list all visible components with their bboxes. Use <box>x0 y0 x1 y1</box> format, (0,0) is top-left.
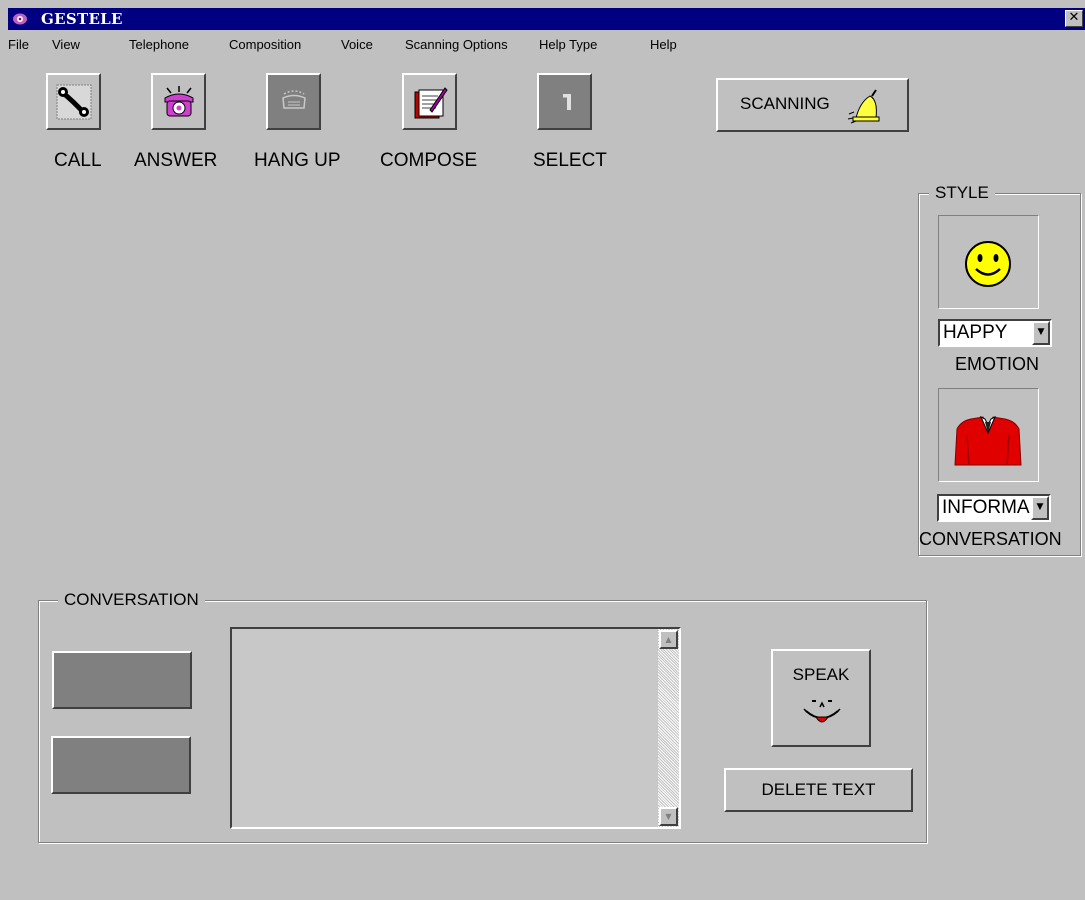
menu-help[interactable]: Help <box>650 37 677 52</box>
style-group: STYLE HAPPY ▼ EMOTION INFORMA ▼ CONVERSA… <box>918 183 1081 556</box>
menu-file[interactable]: File <box>8 37 29 52</box>
menu-composition[interactable]: Composition <box>229 37 301 52</box>
emotion-value: HAPPY <box>943 322 1008 343</box>
scroll-up-arrow-icon[interactable]: ▲ <box>659 630 678 649</box>
answer-label: ANSWER <box>134 150 218 171</box>
compose-icon <box>414 87 448 119</box>
hang-up-label: HANG UP <box>254 150 341 171</box>
call-button[interactable] <box>46 73 101 130</box>
conversation-style-select[interactable]: INFORMA ▼ <box>937 494 1051 522</box>
menu-bar: File View Telephone Composition Voice Sc… <box>8 32 1085 56</box>
smiley-icon <box>965 241 1011 287</box>
conversation-style-value: INFORMA <box>942 497 1030 518</box>
compose-label: COMPOSE <box>380 150 478 171</box>
speak-button[interactable]: SPEAK <box>771 649 871 747</box>
emotion-dropdown-arrow-icon[interactable]: ▼ <box>1032 321 1050 345</box>
select-button[interactable] <box>537 73 592 130</box>
compose-button[interactable] <box>402 73 457 130</box>
style-caption: STYLE <box>929 183 995 203</box>
window-title: GESTELE <box>41 10 123 28</box>
hang-up-icon <box>282 90 306 109</box>
delete-text-button[interactable]: DELETE TEXT <box>724 768 913 812</box>
phrase-button-1[interactable] <box>52 651 192 709</box>
conversation-style-label: CONVERSATION <box>919 529 1062 549</box>
call-label: CALL <box>54 150 102 171</box>
conversation-style-image <box>938 388 1039 482</box>
conversation-text-area[interactable]: ▲ ▼ <box>230 627 681 829</box>
scanning-label: SCANNING <box>740 94 830 113</box>
scroll-down-arrow-icon[interactable]: ▼ <box>659 807 678 826</box>
shirt-icon <box>954 415 1022 466</box>
emotion-label: EMOTION <box>955 354 1039 374</box>
phone-handset-icon <box>56 84 92 120</box>
conversation-scrollbar[interactable]: ▲ ▼ <box>658 629 679 827</box>
menu-view[interactable]: View <box>52 37 80 52</box>
select-icon <box>563 94 571 110</box>
pink-telephone-icon <box>164 86 194 117</box>
menu-help-type[interactable]: Help Type <box>539 37 597 52</box>
menu-telephone[interactable]: Telephone <box>129 37 189 52</box>
emotion-select[interactable]: HAPPY ▼ <box>938 319 1052 347</box>
conversation-dropdown-arrow-icon[interactable]: ▼ <box>1031 496 1049 520</box>
hang-up-button[interactable] <box>266 73 321 130</box>
answer-button[interactable] <box>151 73 206 130</box>
app-icon <box>13 13 27 25</box>
speak-label: SPEAK <box>792 665 850 684</box>
close-button[interactable]: ✕ <box>1065 10 1083 27</box>
title-bar: GESTELE ✕ <box>8 8 1085 30</box>
select-label: SELECT <box>533 150 607 171</box>
bell-icon <box>847 89 880 124</box>
phrase-button-2[interactable] <box>51 736 191 794</box>
emotion-image <box>938 215 1039 309</box>
menu-scanning-options[interactable]: Scanning Options <box>405 37 508 52</box>
conversation-caption: CONVERSATION <box>58 590 205 610</box>
menu-voice[interactable]: Voice <box>341 37 373 52</box>
speaking-face-icon <box>803 700 841 723</box>
scanning-button[interactable]: SCANNING <box>716 78 909 132</box>
